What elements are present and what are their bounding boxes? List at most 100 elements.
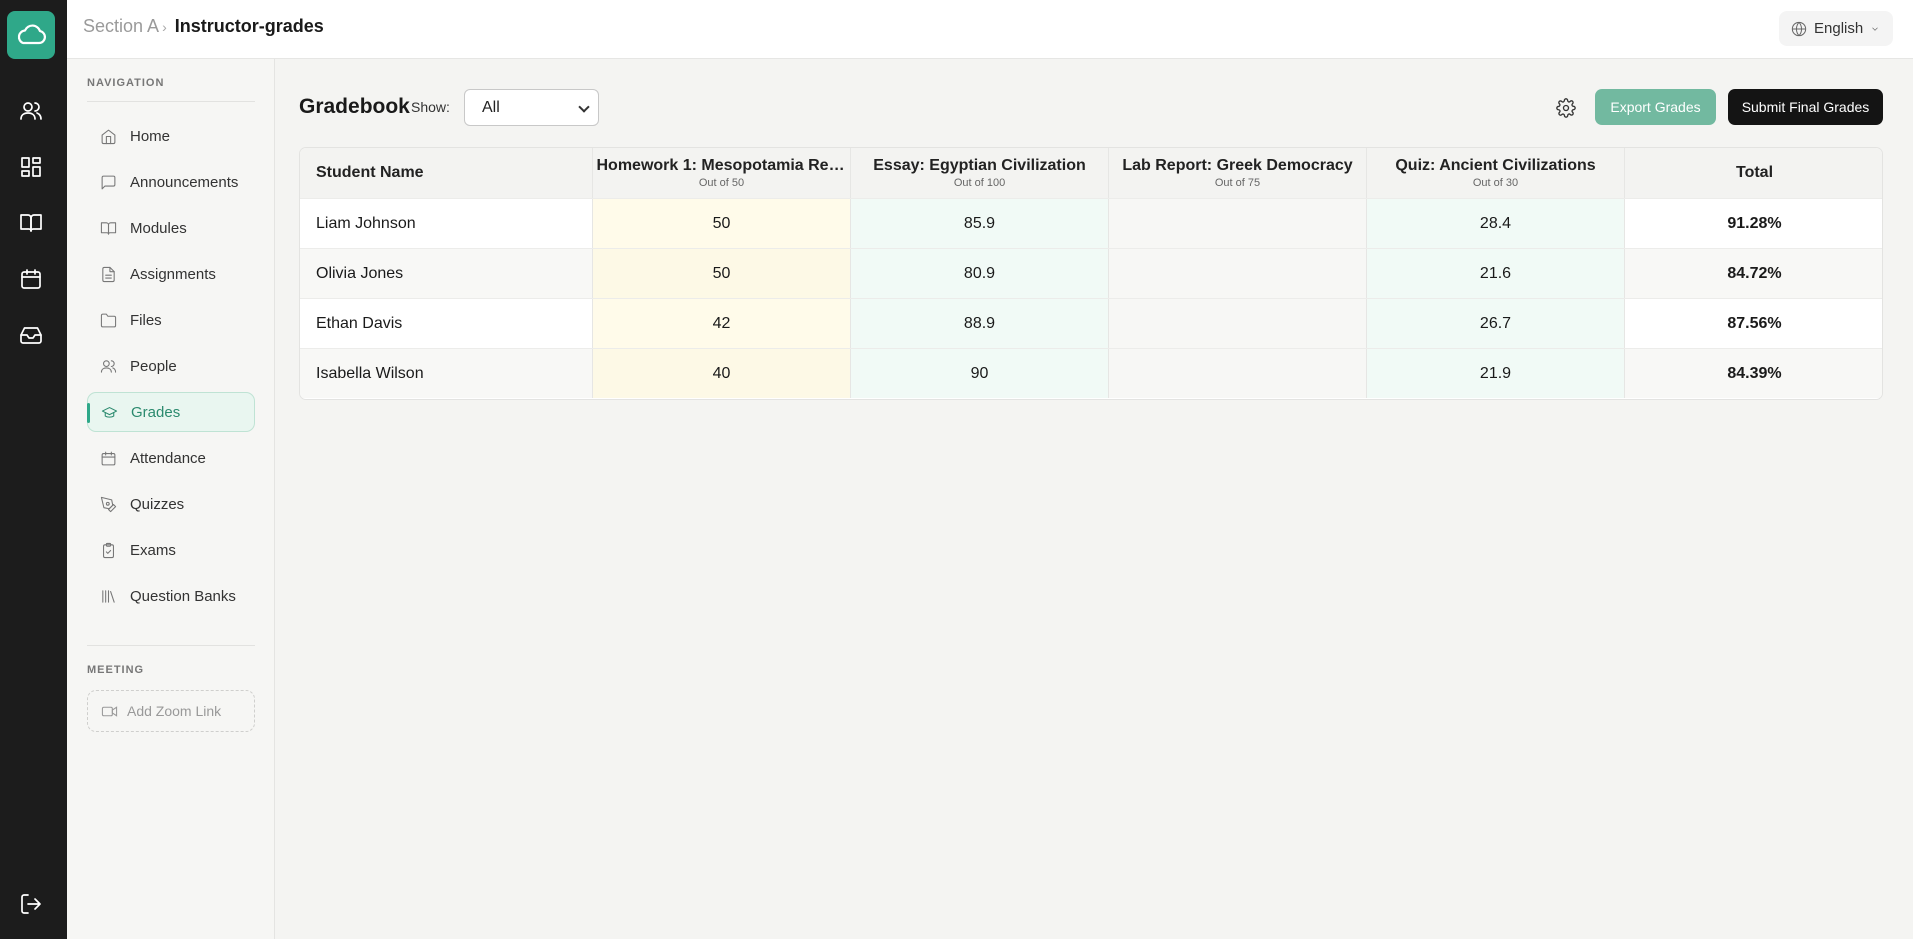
divider [87,645,255,646]
grade-cell[interactable]: 21.9 [1367,349,1625,398]
submit-final-grades-button[interactable]: Submit Final Grades [1728,89,1883,125]
language-label: English [1814,20,1864,37]
table-header-row: Student Name Homework 1: Mesopotamia Res… [300,148,1882,198]
grade-cell[interactable]: 88.9 [851,299,1109,348]
cloud-logo-icon[interactable] [7,11,55,59]
column-header-student-name[interactable]: Student Name [300,148,593,198]
student-name-cell[interactable]: Olivia Jones [300,249,593,298]
show-label: Show: [411,99,450,115]
column-header-lab-report[interactable]: Lab Report: Greek Democracy Out of 75 [1109,148,1367,198]
grade-cell[interactable]: 42 [593,299,851,348]
sidebar-item-exams[interactable]: Exams [87,530,255,570]
sidebar-item-attendance[interactable]: Attendance [87,438,255,478]
grade-cell[interactable]: 28.4 [1367,199,1625,248]
pen-icon [100,496,117,512]
grade-cell[interactable] [1109,349,1367,398]
column-subtitle: Out of 50 [698,177,745,189]
total-cell: 91.28% [1727,214,1782,232]
student-name-cell[interactable]: Isabella Wilson [300,349,593,398]
inbox-icon[interactable] [18,322,44,348]
course-sidebar: NAVIGATION Home Announcements Modules As… [67,59,275,939]
settings-button[interactable] [1554,96,1578,120]
logout-icon[interactable] [18,891,44,917]
gradebook-table: Student Name Homework 1: Mesopotamia Res… [299,147,1883,400]
meeting-header: MEETING [87,664,145,676]
student-name-cell[interactable]: Ethan Davis [300,299,593,348]
calendar-icon [101,451,116,465]
add-zoom-link-button[interactable]: Add Zoom Link [87,690,255,732]
language-selector[interactable]: English [1779,11,1893,46]
show-filter-value: All [482,98,500,116]
total-cell: 84.39% [1727,364,1782,382]
export-grades-button[interactable]: Export Grades [1595,89,1716,125]
sidebar-item-home[interactable]: Home [87,116,255,156]
sidebar-item-files[interactable]: Files [87,300,255,340]
sidebar-item-label: Assignments [130,265,216,283]
breadcrumb: Section A › Instructor-grades [83,16,324,37]
sidebar-item-label: Exams [130,541,176,559]
column-title: Essay: Egyptian Civilization [873,157,1086,174]
grade-cell[interactable]: 26.7 [1367,299,1625,348]
users-icon[interactable] [18,98,44,124]
grade-cell[interactable]: 50 [593,249,851,298]
column-header-homework-1[interactable]: Homework 1: Mesopotamia Rese... Out of 5… [593,148,851,198]
grade-cell[interactable]: 80.9 [851,249,1109,298]
calendar-icon[interactable] [18,266,44,292]
dashboard-icon[interactable] [18,154,44,180]
grade-cell[interactable]: 21.6 [1367,249,1625,298]
sidebar-item-label: Modules [130,219,187,237]
home-icon [101,129,116,144]
add-zoom-label: Add Zoom Link [127,703,222,719]
folder-icon [100,313,117,327]
grade-cell[interactable] [1109,249,1367,298]
file-icon [102,266,115,282]
gradebook-title: Gradebook [299,95,410,118]
library-icon [102,589,115,603]
chevron-down-icon [1872,27,1878,31]
column-title: Student Name [316,164,424,181]
graduation-cap-icon [101,406,118,418]
total-cell: 87.56% [1727,314,1782,332]
grade-cell[interactable]: 40 [593,349,851,398]
book-open-icon[interactable] [18,210,44,236]
total-cell: 84.72% [1727,264,1782,282]
clipboard-icon [103,542,114,558]
sidebar-item-label: Grades [131,403,181,421]
sidebar-item-people[interactable]: People [87,346,255,386]
grade-cell[interactable]: 90 [851,349,1109,398]
column-title: Quiz: Ancient Civilizations [1395,157,1596,174]
sidebar-item-assignments[interactable]: Assignments [87,254,255,294]
column-header-essay[interactable]: Essay: Egyptian Civilization Out of 100 [851,148,1109,198]
video-icon [101,705,118,717]
column-subtitle: Out of 75 [1214,177,1261,189]
sidebar-item-label: Files [130,311,162,329]
column-title: Total [1735,164,1774,181]
column-title: Homework 1: Mesopotamia Rese... [596,157,847,174]
sidebar-item-label: Home [130,127,171,145]
sidebar-item-question-banks[interactable]: Question Banks [87,576,255,616]
chevron-right-icon: › [162,18,167,35]
grade-cell[interactable] [1109,199,1367,248]
sidebar-item-quizzes[interactable]: Quizzes [87,484,255,524]
sidebar-item-modules[interactable]: Modules [87,208,255,248]
navigation-header: NAVIGATION [87,77,165,89]
sidebar-item-announcements[interactable]: Announcements [87,162,255,202]
grade-cell[interactable]: 85.9 [851,199,1109,248]
breadcrumb-parent[interactable]: Section A [83,16,159,37]
column-subtitle: Out of 100 [953,177,1006,189]
sidebar-item-label: Announcements [130,173,239,191]
sidebar-item-label: Question Banks [130,587,236,605]
grade-cell[interactable] [1109,299,1367,348]
chevron-down-icon [578,101,590,113]
sidebar-item-label: Attendance [130,449,206,467]
show-filter-select[interactable]: All [464,89,599,126]
student-name-cell[interactable]: Liam Johnson [300,199,593,248]
table-row: Ethan Davis 42 88.9 26.7 87.56% [300,298,1882,348]
book-icon [100,221,117,235]
grade-cell[interactable]: 50 [593,199,851,248]
message-icon [101,175,116,189]
globe-icon [1791,21,1807,36]
sidebar-item-grades[interactable]: Grades [87,392,255,432]
table-row: Olivia Jones 50 80.9 21.6 84.72% [300,248,1882,298]
column-header-quiz[interactable]: Quiz: Ancient Civilizations Out of 30 [1367,148,1625,198]
